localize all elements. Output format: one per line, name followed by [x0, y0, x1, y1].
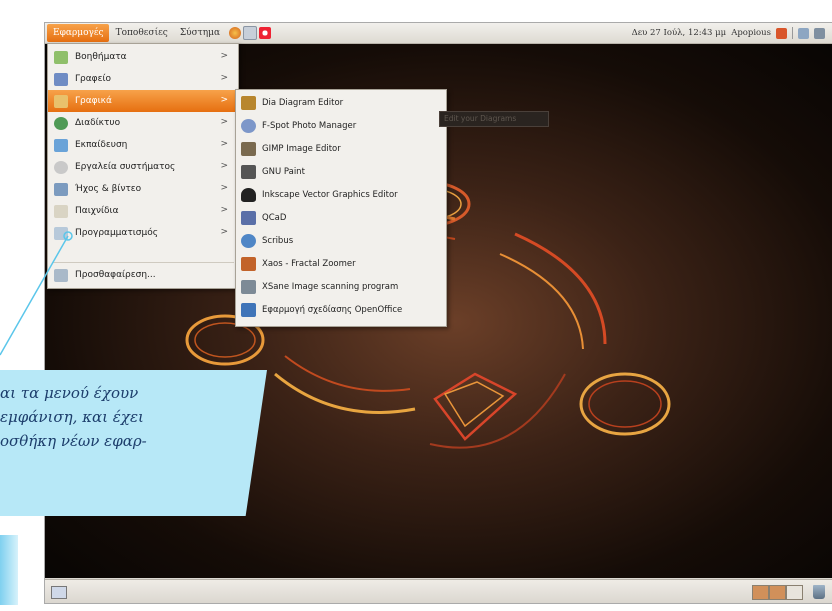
add-remove-icon — [54, 268, 68, 282]
user-switcher[interactable]: Apopious — [731, 28, 771, 38]
mail-launcher-icon[interactable] — [243, 26, 258, 40]
menu-item-education[interactable]: Εκπαίδευση > — [48, 134, 238, 156]
office-icon — [54, 72, 68, 86]
chevron-right-icon: > — [220, 73, 228, 83]
menu-item-add-remove[interactable]: Προσθαφαίρεση... — [48, 264, 238, 286]
graphics-submenu: Dia Diagram Editor F-Spot Photo Manager … — [235, 89, 447, 327]
dia-icon — [241, 96, 256, 110]
menu-item-label: Παιχνίδια — [75, 206, 119, 216]
menu-separator — [52, 262, 234, 263]
gimp-icon — [241, 142, 256, 156]
menu-item-sound-video[interactable]: Ήχος & βίντεο > — [48, 178, 238, 200]
workspace-1[interactable] — [752, 585, 769, 600]
workspace-2[interactable] — [769, 585, 786, 600]
menu-item-games[interactable]: Παιχνίδια > — [48, 200, 238, 222]
app-inkscape[interactable]: Inkscape Vector Graphics Editor — [236, 184, 446, 206]
menu-item-system-tools[interactable]: Εργαλεία συστήματος > — [48, 156, 238, 178]
gnu-paint-icon — [241, 165, 256, 179]
menu-item-accessories[interactable]: Βοηθήματα > — [48, 46, 238, 68]
chevron-right-icon: > — [220, 227, 228, 237]
annotation-line: εμφάνιση, και έχει — [0, 408, 144, 426]
app-dia[interactable]: Dia Diagram Editor — [236, 92, 446, 114]
applications-menu-button[interactable]: Εφαρμογές — [47, 24, 109, 42]
menu-item-office[interactable]: Γραφείο > — [48, 68, 238, 90]
tooltip: Edit your Diagrams — [439, 111, 549, 127]
education-icon — [54, 138, 68, 152]
programming-icon — [54, 226, 68, 240]
accessories-icon — [54, 50, 68, 64]
menu-item-label: Ήχος & βίντεο — [75, 184, 142, 194]
system-menu-button[interactable]: Σύστημα — [175, 24, 225, 42]
app-gnu-paint[interactable]: GNU Paint — [236, 161, 446, 183]
menu-item-programming[interactable]: Προγραμματισμός > — [48, 222, 238, 244]
app-label: GNU Paint — [262, 167, 305, 177]
workspace-switcher[interactable] — [752, 585, 803, 600]
chevron-right-icon: > — [220, 183, 228, 193]
menu-item-label: Διαδίκτυο — [75, 118, 121, 128]
workspace-3[interactable] — [786, 585, 803, 600]
xsane-icon — [241, 280, 256, 294]
annotation-callout: αι τα μενού έχουν εμφάνιση, και έχει οσθ… — [0, 370, 267, 516]
xaos-icon — [241, 257, 256, 271]
openoffice-draw-icon — [241, 303, 256, 317]
firefox-launcher-icon[interactable] — [229, 27, 242, 39]
app-scribus[interactable]: Scribus — [236, 230, 446, 252]
applications-menu: Βοηθήματα > Γραφείο > Γραφικά > Διαδίκτυ… — [47, 43, 239, 289]
volume-icon[interactable] — [814, 27, 825, 39]
desktop-screenshot: Εφαρμογές Τοποθεσίες Σύστημα Δευ 27 Ιούλ… — [44, 22, 832, 604]
menu-item-label: Γραφικά — [75, 96, 112, 106]
chevron-right-icon: > — [220, 205, 228, 215]
page-corner-decoration — [0, 535, 18, 605]
sound-video-icon — [54, 182, 68, 196]
help-launcher-icon[interactable] — [259, 27, 272, 39]
network-icon[interactable] — [798, 27, 809, 39]
power-icon[interactable] — [776, 27, 787, 39]
annotation-line: αι τα μενού έχουν — [0, 384, 139, 402]
menu-item-label: Προγραμματισμός — [75, 228, 159, 238]
app-gimp[interactable]: GIMP Image Editor — [236, 138, 446, 160]
f-spot-icon — [241, 119, 256, 133]
qcad-icon — [241, 211, 256, 225]
app-label: F-Spot Photo Manager — [262, 121, 357, 131]
menu-item-label: Εργαλεία συστήματος — [75, 162, 176, 172]
app-qcad[interactable]: QCaD — [236, 207, 446, 229]
clock[interactable]: Δευ 27 Ιούλ, 12:43 μμ — [632, 28, 727, 38]
games-icon — [54, 204, 68, 218]
app-label: Εφαρμογή σχεδίασης OpenOffice — [262, 305, 403, 315]
app-label: QCaD — [262, 213, 287, 223]
app-xaos[interactable]: Xaos - Fractal Zoomer — [236, 253, 446, 275]
chevron-right-icon: > — [220, 161, 228, 171]
menu-item-label: Γραφείο — [75, 74, 112, 84]
chevron-right-icon: > — [220, 95, 228, 105]
menu-item-graphics[interactable]: Γραφικά > — [48, 90, 238, 112]
trash-icon[interactable] — [813, 585, 825, 599]
menu-item-label: Βοηθήματα — [75, 52, 127, 62]
graphics-icon — [54, 94, 68, 108]
app-xsane[interactable]: XSane Image scanning program — [236, 276, 446, 298]
scribus-icon — [241, 234, 256, 248]
menu-item-internet[interactable]: Διαδίκτυο > — [48, 112, 238, 134]
app-label: Xaos - Fractal Zoomer — [262, 259, 356, 269]
places-menu-button[interactable]: Τοποθεσίες — [111, 24, 173, 42]
app-label: Inkscape Vector Graphics Editor — [262, 190, 398, 200]
chevron-right-icon: > — [220, 139, 228, 149]
panel-separator — [792, 27, 793, 39]
bottom-panel — [45, 579, 832, 603]
app-openoffice-draw[interactable]: Εφαρμογή σχεδίασης OpenOffice — [236, 299, 446, 321]
top-panel: Εφαρμογές Τοποθεσίες Σύστημα Δευ 27 Ιούλ… — [45, 23, 832, 44]
menu-item-label: Εκπαίδευση — [75, 140, 128, 150]
inkscape-icon — [241, 188, 256, 202]
app-f-spot[interactable]: F-Spot Photo Manager — [236, 115, 446, 137]
chevron-right-icon: > — [220, 51, 228, 61]
app-label: XSane Image scanning program — [262, 282, 399, 292]
chevron-right-icon: > — [220, 117, 228, 127]
internet-icon — [54, 116, 68, 130]
show-desktop-icon[interactable] — [51, 586, 67, 599]
app-label: Scribus — [262, 236, 294, 246]
app-label: GIMP Image Editor — [262, 144, 341, 154]
menu-item-label: Προσθαφαίρεση... — [75, 270, 156, 280]
annotation-line: οσθήκη νέων εφαρ- — [0, 432, 147, 450]
app-label: Dia Diagram Editor — [262, 98, 344, 108]
system-tools-icon — [54, 160, 68, 174]
